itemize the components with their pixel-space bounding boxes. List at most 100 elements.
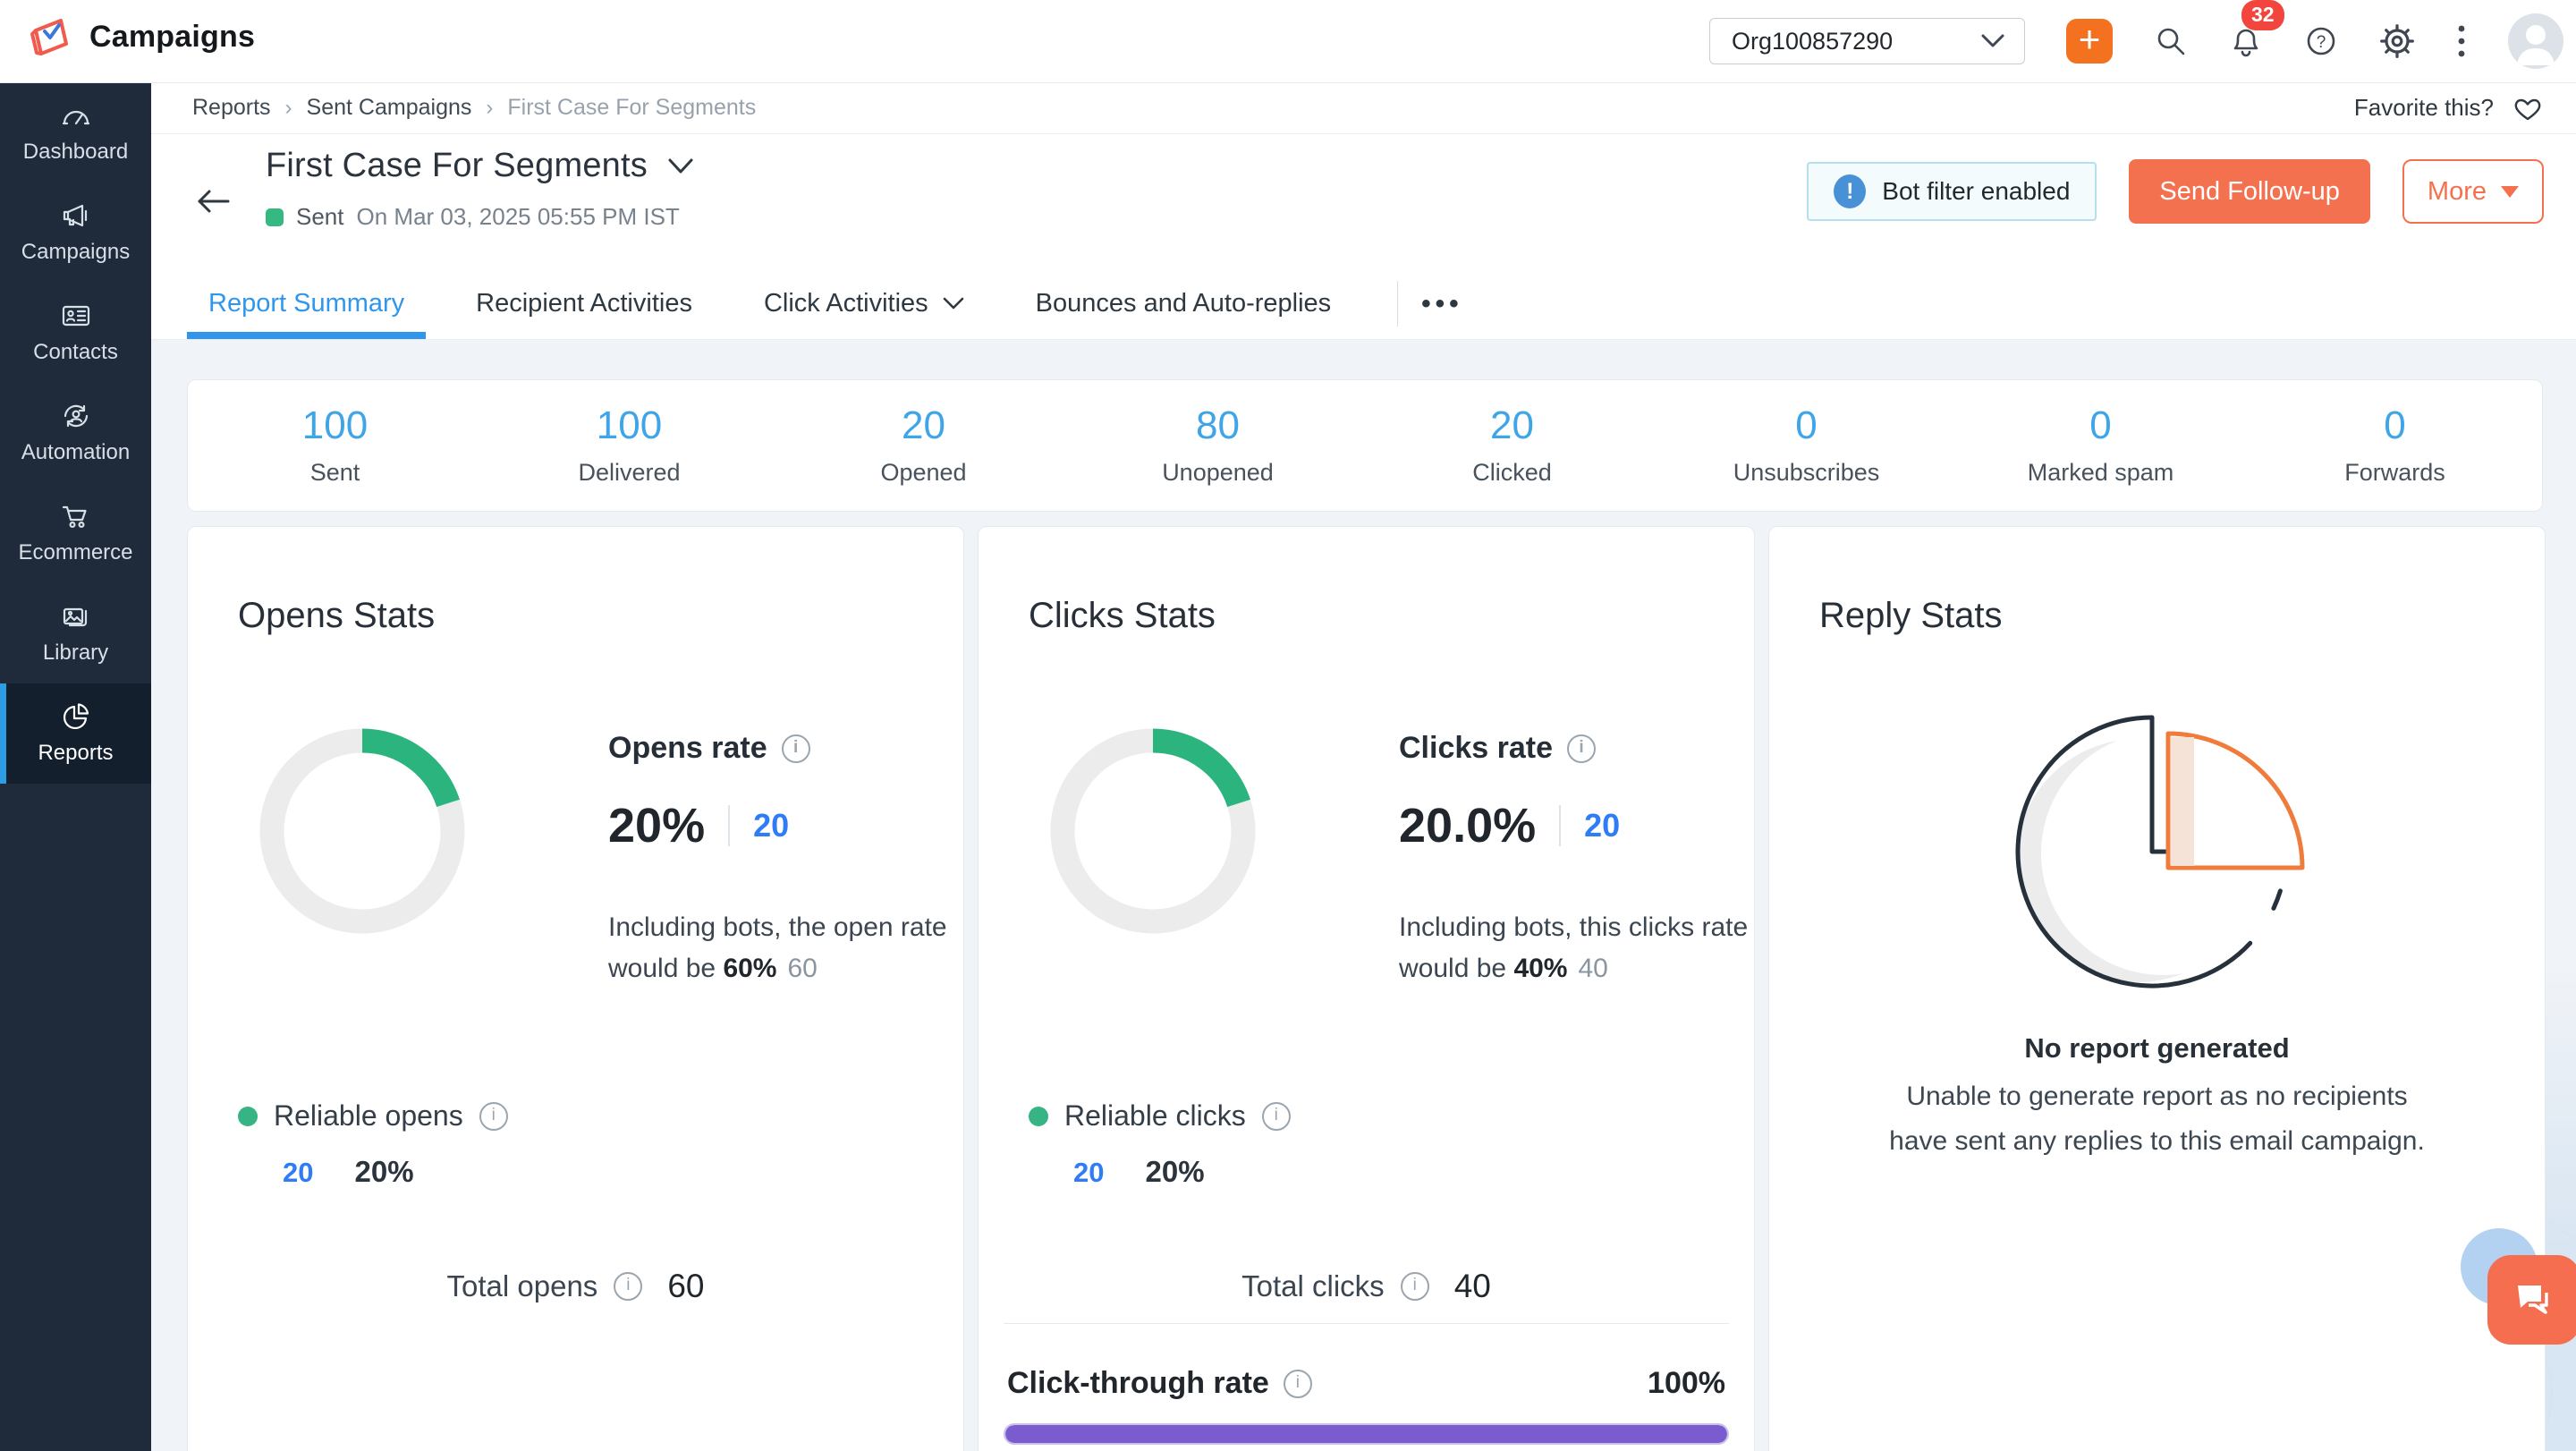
campaigns-logo-icon [25, 13, 73, 61]
sidebar-item-label: Library [43, 641, 108, 666]
search-icon[interactable] [2154, 24, 2188, 58]
title-chevron-down-icon[interactable] [667, 157, 694, 175]
clicks-rate-block: Clicks rate i 20.0% 20 Including bots, t… [1399, 731, 1775, 989]
info-icon[interactable]: i [479, 1102, 508, 1131]
favorite-label: Favorite this? [2354, 94, 2494, 122]
opens-stats-card: Opens Stats Opens rate i 20% 20 [187, 526, 964, 1451]
brand[interactable]: Campaigns [25, 13, 255, 61]
sidebar: Dashboard Campaigns Contacts Automation … [0, 82, 151, 1451]
sidebar-item-reports[interactable]: Reports [0, 683, 151, 784]
send-followup-button[interactable]: Send Follow-up [2129, 159, 2370, 224]
stat-value[interactable]: 20 [776, 403, 1071, 448]
sidebar-item-label: Contacts [33, 340, 118, 365]
sidebar-item-automation[interactable]: Automation [0, 383, 151, 483]
sidebar-item-contacts[interactable]: Contacts [0, 283, 151, 383]
org-selector[interactable]: Org100857290 [1709, 18, 2025, 64]
ctr-progress-fill [1005, 1425, 1727, 1443]
info-icon[interactable]: i [1401, 1272, 1429, 1301]
stat-value[interactable]: 100 [482, 403, 776, 448]
breadcrumb-separator: › [285, 96, 292, 121]
opens-bots-note: Including bots, the open rate would be 6… [608, 907, 984, 989]
heart-icon[interactable] [2512, 94, 2544, 123]
status-badge: Sent [296, 203, 344, 231]
breadcrumb-sent-campaigns[interactable]: Sent Campaigns [307, 95, 472, 121]
divider [1559, 805, 1561, 846]
breadcrumb-reports[interactable]: Reports [192, 95, 271, 121]
stat-label: Opened [776, 459, 1071, 487]
stat-label: Delivered [482, 459, 776, 487]
reliable-clicks-legend: Reliable clicks i [1029, 1099, 1291, 1133]
user-avatar[interactable] [2508, 13, 2563, 69]
create-new-button[interactable]: + [2066, 19, 2113, 64]
info-icon[interactable]: i [614, 1272, 642, 1301]
tab-bounces-auto-replies[interactable]: Bounces and Auto-replies [1014, 268, 1353, 339]
reliable-clicks-count[interactable]: 20 [1073, 1157, 1104, 1189]
info-icon[interactable]: i [1567, 734, 1596, 763]
total-clicks-row: Total clicks i 40 [979, 1268, 1754, 1305]
stat-value[interactable]: 0 [2248, 403, 2542, 448]
ctr-value: 100% [1648, 1366, 1725, 1401]
cart-icon [59, 501, 93, 531]
reliable-opens-values: 20 20% [283, 1155, 414, 1189]
total-opens-row: Total opens i 60 [188, 1268, 963, 1305]
click-through-rate-row: Click-through rate i 100% [1007, 1366, 1725, 1401]
more-button-label: More [2428, 177, 2487, 207]
stat-marked-spam: 0 Marked spam [1953, 380, 2248, 511]
clicks-stats-card: Clicks Stats Clicks rate i 20.0% [978, 526, 1755, 1451]
help-icon[interactable]: ? [2304, 24, 2338, 58]
sidebar-item-campaigns[interactable]: Campaigns [0, 182, 151, 283]
clicks-rate-count[interactable]: 20 [1584, 807, 1620, 844]
stat-value[interactable]: 80 [1071, 403, 1365, 448]
stat-value[interactable]: 0 [1659, 403, 1953, 448]
tabs-overflow-menu[interactable]: ••• [1398, 268, 1487, 339]
contact-card-icon [59, 301, 93, 331]
stat-value[interactable]: 20 [1365, 403, 1659, 448]
tab-report-summary[interactable]: Report Summary [187, 268, 426, 339]
opens-rate-percent: 20% [608, 798, 705, 853]
chat-widget-button[interactable] [2487, 1255, 2576, 1345]
breadcrumb: Reports › Sent Campaigns › First Case Fo… [192, 95, 756, 121]
stat-clicked: 20 Clicked [1365, 380, 1659, 511]
tab-click-activities[interactable]: Click Activities [742, 268, 986, 339]
stat-value[interactable]: 100 [188, 403, 482, 448]
favorite-control[interactable]: Favorite this? [2354, 94, 2544, 123]
back-arrow-icon[interactable] [192, 186, 232, 216]
campaign-status-row: Sent On Mar 03, 2025 05:55 PM IST [266, 203, 694, 231]
reliable-opens-count[interactable]: 20 [283, 1157, 313, 1189]
ctr-label: Click-through rate [1007, 1366, 1269, 1401]
sidebar-item-library[interactable]: Library [0, 583, 151, 683]
sidebar-item-dashboard[interactable]: Dashboard [0, 82, 151, 182]
no-report-message: Unable to generate report as no recipien… [1885, 1074, 2428, 1164]
more-button[interactable]: More [2402, 159, 2544, 224]
info-icon[interactable]: i [1284, 1370, 1312, 1398]
more-dropdown-triangle-icon [2501, 186, 2519, 198]
settings-gear-icon[interactable] [2379, 23, 2415, 59]
info-icon[interactable]: i [782, 734, 810, 763]
sidebar-item-ecommerce[interactable]: Ecommerce [0, 483, 151, 583]
page-header: First Case For Segments Sent On Mar 03, … [151, 134, 2576, 268]
header-actions: ! Bot filter enabled Send Follow-up More [1807, 157, 2544, 225]
ctr-progress-bar [1004, 1423, 1729, 1445]
sidebar-item-label: Automation [21, 440, 130, 465]
org-selector-value: Org100857290 [1732, 28, 1893, 55]
info-icon[interactable]: i [1262, 1102, 1291, 1131]
stat-unsubscribes: 0Unsubscribes [1659, 380, 1953, 511]
reply-stats-card: Reply Stats [1768, 526, 2546, 1451]
dashboard-icon [59, 100, 93, 131]
report-summary-content: 100Sent 100Delivered 20Opened 80Unopened… [151, 340, 2576, 1451]
opens-rate-count[interactable]: 20 [753, 807, 789, 844]
bot-filter-chip[interactable]: ! Bot filter enabled [1807, 162, 2097, 221]
opens-rate-label: Opens rate [608, 731, 767, 766]
legend-dot-icon [1029, 1107, 1048, 1126]
more-options-dots-icon[interactable] [2456, 21, 2467, 61]
divider [728, 805, 730, 846]
tab-recipient-activities[interactable]: Recipient Activities [454, 268, 714, 339]
stat-value[interactable]: 0 [1953, 403, 2248, 448]
total-clicks-value: 40 [1454, 1268, 1491, 1305]
reliable-opens-label: Reliable opens [274, 1099, 463, 1133]
summary-stats-card: 100Sent 100Delivered 20Opened 80Unopened… [187, 379, 2543, 512]
chat-bubble-icon [2511, 1278, 2557, 1321]
notifications-bell-icon[interactable]: 32 [2229, 23, 2263, 59]
stat-label: Clicked [1365, 459, 1659, 487]
stat-label: Marked spam [1953, 459, 2248, 487]
